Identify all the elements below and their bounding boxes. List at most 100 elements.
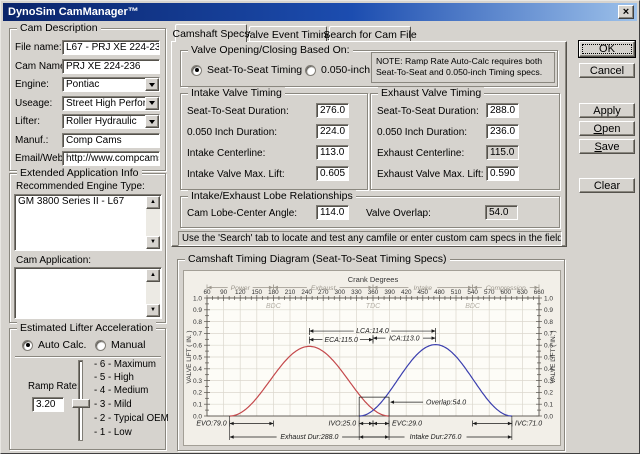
recommended-engine-type-textarea[interactable]: GM 3800 Series II - L67 ▲ ▼ (14, 194, 162, 251)
tab-search-for-cam-file[interactable]: Search for Cam File (329, 26, 411, 42)
scroll-up-icon[interactable]: ▲ (146, 269, 160, 282)
exhaust-centerline-label: Exhaust Centerline: (377, 148, 464, 159)
ok-button[interactable]: OK (579, 41, 635, 57)
camshaft-timing-chart-label: Camshaft Timing Diagram (Seat-To-Seat Ti… (185, 253, 450, 265)
useage-dropdown-button[interactable] (145, 97, 159, 110)
camshaft-timing-chart-group: Camshaft Timing Diagram (Seat-To-Seat Ti… (177, 259, 565, 451)
slider-label-3: - 3 - Mild (94, 399, 132, 410)
svg-text:ECA:115.0: ECA:115.0 (325, 337, 358, 344)
auto-calc-label: Auto Calc. (38, 339, 86, 351)
svg-text:510: 510 (451, 289, 462, 296)
svg-text:0.9: 0.9 (193, 307, 202, 314)
slider-label-2: - 2 - Typical OEM (94, 413, 169, 424)
ramp-rate-label: Ramp Rate: (28, 381, 80, 392)
svg-text:1.0: 1.0 (193, 295, 202, 302)
svg-text:ICA:113.0: ICA:113.0 (389, 335, 420, 342)
svg-text:TDC: TDC (366, 303, 381, 310)
scroll-up-icon[interactable]: ▲ (146, 196, 160, 209)
exhaust-050-duration-field[interactable]: 236.0 (486, 124, 519, 139)
clear-button[interactable]: Clear (579, 178, 635, 193)
intake-max-lift-field[interactable]: 0.605 (316, 166, 349, 181)
valve-overlap-label: Valve Overlap: (366, 208, 431, 219)
lobe-center-angle-field[interactable]: 114.0 (316, 205, 349, 220)
manuf-field[interactable]: Comp Cams (62, 133, 160, 148)
scroll-down-icon[interactable]: ▼ (146, 236, 160, 249)
svg-text:Exhaust: Exhaust (311, 285, 337, 292)
cam-application-scrollbar[interactable]: ▲ ▼ (146, 269, 160, 317)
intake-050-duration-field[interactable]: 224.0 (316, 124, 349, 139)
engine-row: Engine: Pontiac (15, 77, 160, 92)
cam-description-label: Cam Description (17, 22, 101, 34)
engine-select[interactable]: Pontiac (62, 77, 160, 92)
svg-text:Intake: Intake (414, 285, 433, 292)
exhaust-s2s-duration-field[interactable]: 288.0 (486, 103, 519, 118)
open-button[interactable]: Open (579, 121, 635, 136)
exhaust-max-lift-label: Exhaust Valve Max. Lift: (377, 169, 484, 180)
svg-text:0.2: 0.2 (544, 390, 553, 397)
slider-label-1: - 1 - Low (94, 427, 132, 438)
chevron-down-icon (149, 83, 155, 90)
auto-calc-radio-row[interactable]: Auto Calc. (22, 339, 86, 351)
manuf-label: Manuf.: (15, 135, 62, 146)
close-icon[interactable]: × (618, 5, 634, 19)
ramp-rate-slider-thumb[interactable] (72, 399, 90, 408)
svg-text:420: 420 (401, 289, 412, 296)
engine-dropdown-button[interactable] (145, 78, 159, 91)
recommended-engine-type-label: Recommended Engine Type: (16, 181, 145, 192)
tab-valve-event-timing[interactable]: Valve Event Timing (249, 26, 327, 42)
cam-application-label: Cam Application: (16, 255, 91, 266)
svg-text:1.0: 1.0 (544, 295, 553, 302)
based-on-group: Valve Opening/Closing Based On: Seat-To-… (180, 50, 558, 87)
ramp-rate-field[interactable]: 3.20 (32, 397, 64, 412)
email-web-field[interactable]: http://www.compcams.com (62, 151, 160, 166)
slider-label-4: - 4 - Medium (94, 385, 148, 396)
inch-timing-radio[interactable] (305, 65, 316, 76)
apply-button[interactable]: Apply (579, 103, 635, 118)
lifter-dropdown-button[interactable] (145, 115, 159, 128)
intake-centerline-field[interactable]: 113.0 (316, 145, 349, 160)
lifter-select[interactable]: Roller Hydraulic (62, 114, 160, 129)
lobe-relationships-group: Intake/Exhaust Lobe Relationships Cam Lo… (180, 196, 560, 228)
intake-valve-timing-group: Intake Valve Timing Seat-To-Seat Duratio… (180, 93, 368, 190)
cam-application-value (15, 268, 161, 269)
file-name-field[interactable]: L67 - PRJ XE 224-236 +1.6-1. (62, 40, 160, 55)
manual-label: Manual (111, 339, 145, 351)
intake-s2s-duration-field[interactable]: 276.0 (316, 103, 349, 118)
tab-camshaft-specs[interactable]: Camshaft Specs (175, 24, 247, 42)
save-button[interactable]: Save (579, 139, 635, 154)
svg-text:0.7: 0.7 (193, 331, 202, 338)
cancel-button[interactable]: Cancel (579, 63, 635, 78)
auto-calc-radio[interactable] (22, 340, 33, 351)
engine-type-scrollbar[interactable]: ▲ ▼ (146, 196, 160, 249)
exhaust-centerline-field: 115.0 (486, 145, 519, 160)
cam-name-field[interactable]: PRJ XE 224-236 (62, 59, 160, 74)
manual-radio[interactable] (95, 340, 106, 351)
chevron-down-icon (149, 101, 155, 108)
email-web-row: Email/Web: http://www.compcams.com (15, 151, 160, 166)
scroll-down-icon[interactable]: ▼ (146, 304, 160, 317)
tab-valve-event-timing-label: Valve Event Timing (243, 29, 332, 41)
svg-text:BDC: BDC (266, 303, 282, 310)
useage-label: Useage: (15, 98, 62, 109)
lifter-acceleration-group: Estimated Lifter Acceleration Auto Calc.… (9, 328, 166, 450)
svg-text:330: 330 (351, 289, 362, 296)
cam-application-textarea[interactable]: ▲ ▼ (14, 267, 162, 319)
useage-select[interactable]: Street High Performance (62, 96, 160, 111)
seat-to-seat-label: Seat-To-Seat Timing (207, 64, 302, 76)
seat-to-seat-radio[interactable] (191, 65, 202, 76)
lifter-row: Lifter: Roller Hydraulic (15, 114, 160, 129)
engine-label: Engine: (15, 79, 62, 90)
file-name-label: File name: (15, 42, 62, 53)
intake-max-lift-label: Intake Valve Max. Lift: (187, 169, 285, 180)
valve-overlap-field: 54.0 (485, 205, 518, 220)
titlebar[interactable]: DynoSim CamManager™ × (3, 3, 637, 21)
svg-text:Compression: Compression (486, 285, 526, 292)
svg-text:90: 90 (220, 289, 228, 296)
exhaust-max-lift-field[interactable]: 0.590 (486, 166, 519, 181)
manual-radio-row[interactable]: Manual (95, 339, 145, 351)
save-button-label: Save (594, 141, 619, 153)
exhaust-valve-timing-label: Exhaust Valve Timing (378, 87, 484, 99)
svg-text:300: 300 (335, 289, 346, 296)
svg-text:EVC:29.0: EVC:29.0 (392, 421, 422, 428)
seat-to-seat-radio-row[interactable]: Seat-To-Seat Timing (191, 64, 302, 76)
